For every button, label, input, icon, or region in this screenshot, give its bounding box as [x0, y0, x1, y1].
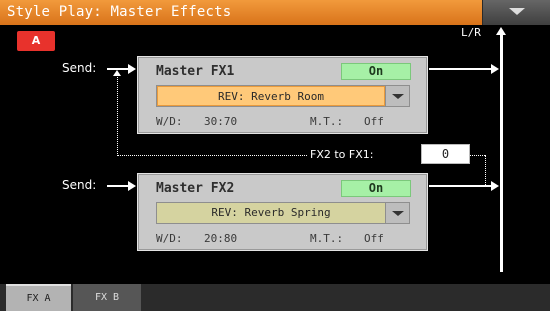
- fx2-effect-value: REV: Reverb Spring: [157, 203, 385, 223]
- master-fx2-panel: Master FX2 On REV: Reverb Spring W/D: 20…: [137, 173, 428, 251]
- fx-group-badge: A: [17, 31, 55, 51]
- fx2-send-line: [107, 185, 129, 187]
- fx2-to-fx1-value[interactable]: 0: [421, 144, 470, 164]
- lr-bus-label: L/R: [461, 26, 481, 39]
- lr-bus-line: [500, 34, 503, 272]
- fx2-mt-value[interactable]: Off: [364, 232, 384, 245]
- fx2-mt-label: M.T.:: [310, 232, 344, 245]
- fx2-output-line: [429, 185, 492, 187]
- arrow-right-icon: [128, 64, 136, 74]
- page-menu-button[interactable]: [482, 0, 550, 25]
- tab-bar: FX A FX B: [0, 284, 550, 311]
- arrow-up-icon: [113, 70, 121, 76]
- fx2-to-fx1-label: FX2 to FX1:: [310, 148, 374, 161]
- fx2-on-button[interactable]: On: [341, 180, 411, 197]
- arrow-right-icon: [491, 181, 499, 191]
- fx2-to-fx1-path: [485, 155, 486, 185]
- chevron-down-icon: [509, 8, 525, 15]
- fx1-send-label: Send:: [62, 61, 97, 75]
- fx2-wd-value[interactable]: 20:80: [204, 232, 237, 245]
- tab-fx-b[interactable]: FX B: [73, 284, 141, 311]
- fx2-title: Master FX2: [156, 181, 235, 196]
- fx1-wd-label: W/D:: [156, 115, 183, 128]
- fx1-effect-dropdown[interactable]: [385, 86, 409, 106]
- fx2-to-fx1-path: [470, 155, 485, 156]
- fx2-to-fx1-path: [117, 155, 307, 156]
- fx1-on-button[interactable]: On: [341, 63, 411, 80]
- fx1-mt-label: M.T.:: [310, 115, 344, 128]
- arrow-right-icon: [491, 64, 499, 74]
- fx1-effect-select[interactable]: REV: Reverb Room: [156, 85, 410, 107]
- fx2-effect-select[interactable]: REV: Reverb Spring: [156, 202, 410, 224]
- fx2-to-fx1-path: [117, 74, 118, 156]
- fx2-effect-dropdown[interactable]: [385, 203, 409, 223]
- master-effects-screen: Style Play: Master Effects A L/R Send: M…: [0, 0, 550, 311]
- page-title: Style Play: Master Effects: [7, 4, 232, 20]
- fx1-effect-value: REV: Reverb Room: [157, 86, 385, 106]
- fx2-wd-label: W/D:: [156, 232, 183, 245]
- fx1-mt-value[interactable]: Off: [364, 115, 384, 128]
- fx1-output-line: [429, 68, 492, 70]
- tab-fx-a[interactable]: FX A: [6, 284, 71, 311]
- arrow-right-icon: [128, 181, 136, 191]
- dropdown-arrow-icon: [392, 94, 404, 99]
- fx1-title: Master FX1: [156, 64, 235, 79]
- title-bar: Style Play: Master Effects: [0, 0, 550, 25]
- arrow-up-icon: [496, 27, 506, 35]
- dropdown-arrow-icon: [392, 211, 404, 216]
- fx2-send-label: Send:: [62, 178, 97, 192]
- fx1-wd-value[interactable]: 30:70: [204, 115, 237, 128]
- master-fx1-panel: Master FX1 On REV: Reverb Room W/D: 30:7…: [137, 56, 428, 134]
